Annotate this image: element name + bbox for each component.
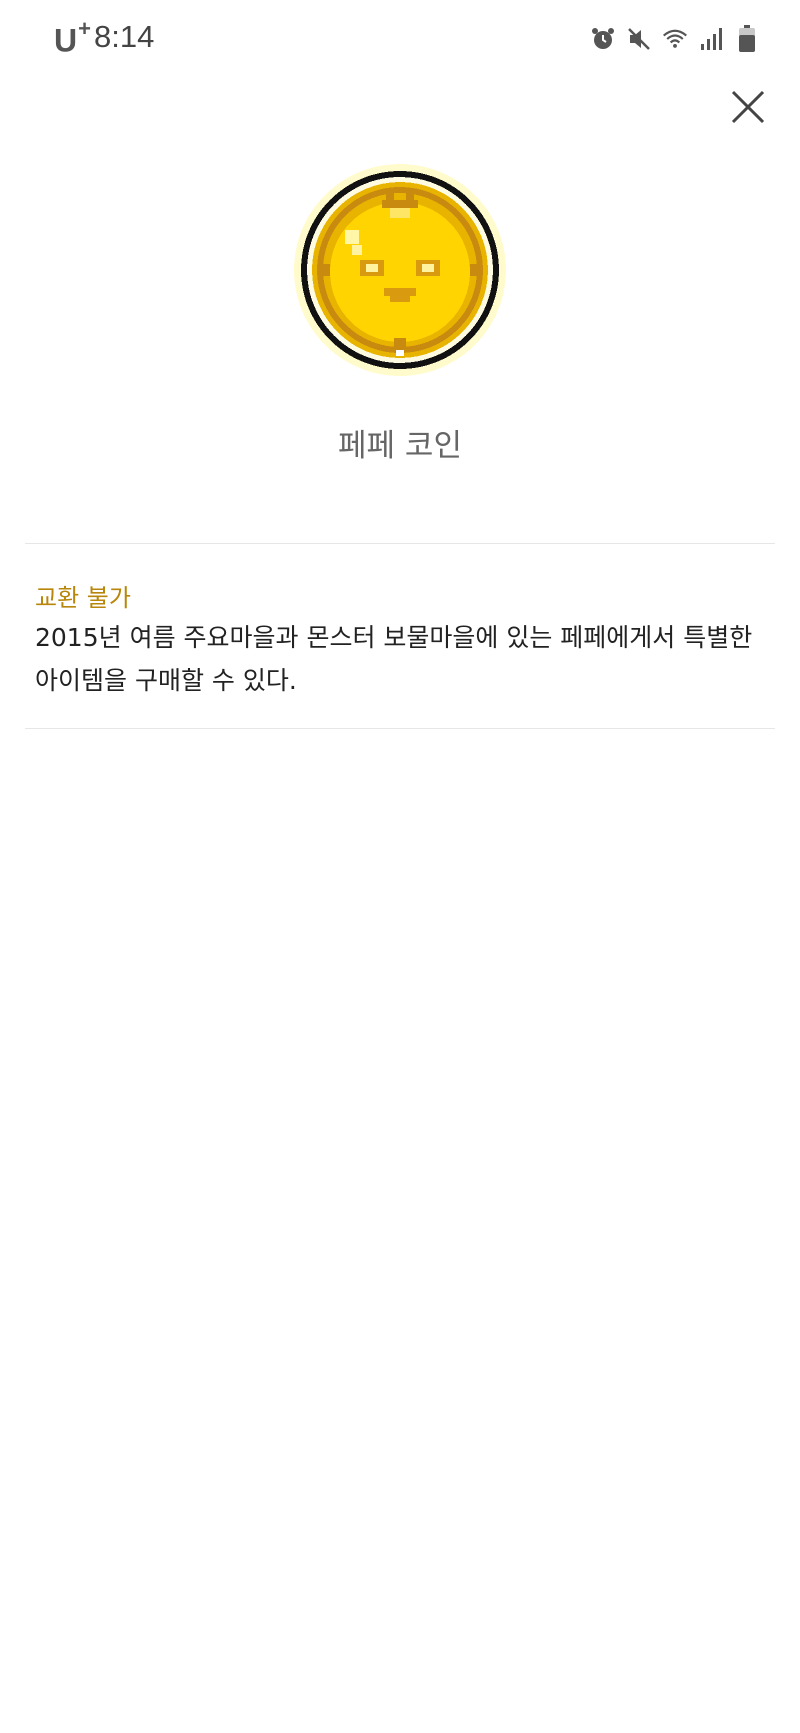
close-icon bbox=[731, 90, 765, 124]
divider-top bbox=[25, 543, 775, 544]
status-icons bbox=[590, 24, 760, 54]
carrier-plus: + bbox=[78, 16, 91, 41]
carrier-label: U+ bbox=[54, 16, 91, 60]
status-bar: U+ 8:14 bbox=[0, 0, 800, 80]
signal-icon bbox=[698, 26, 724, 52]
divider-bottom bbox=[25, 728, 775, 729]
alarm-icon bbox=[590, 26, 616, 52]
item-description: 2015년 여름 주요마을과 몬스터 보물마을에 있는 페페에게서 특별한 아이… bbox=[35, 623, 753, 695]
battery-icon bbox=[734, 25, 760, 52]
item-detail-screen: U+ 8:14 페페 코인 교환 불가 2015년 여름 주요마을과 몬스터 보… bbox=[0, 0, 800, 1733]
trade-restriction-tag: 교환 불가 bbox=[35, 584, 131, 612]
close-button[interactable] bbox=[724, 83, 772, 131]
status-time: 8:14 bbox=[94, 19, 155, 54]
item-name: 페페 코인 bbox=[338, 428, 462, 464]
mute-icon bbox=[626, 26, 652, 52]
wifi-icon bbox=[662, 26, 688, 52]
pepe-coin-icon bbox=[290, 160, 510, 380]
carrier-name: U bbox=[54, 22, 78, 59]
